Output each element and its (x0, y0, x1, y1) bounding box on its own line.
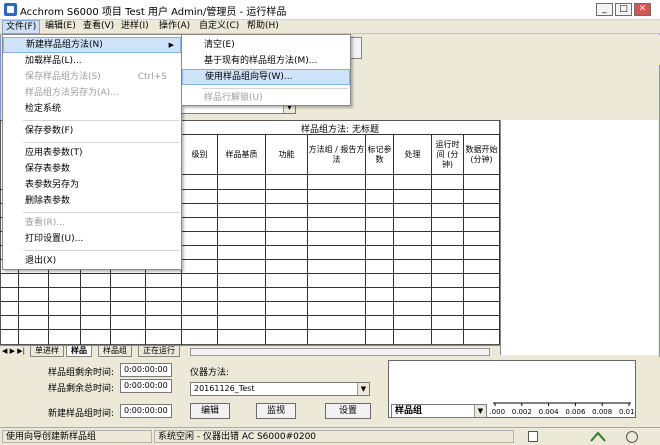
header-data-start[interactable]: 数据开始 (分钟) (464, 135, 500, 175)
menu-inject[interactable]: 进样(I) (118, 20, 152, 34)
x-tick-label: 0.002 (512, 408, 532, 416)
menu-item-new-method[interactable]: 新建样品组方法(N) ▶ (3, 37, 181, 53)
total-remaining-label: 样品剩余总时间: (48, 384, 115, 394)
new-group-time-label: 新建样品组时间: (48, 409, 115, 419)
menu-file[interactable]: 文件(F) (2, 20, 41, 34)
clock-icon (626, 431, 638, 443)
tab-sample-set[interactable]: 样品组 (98, 346, 132, 357)
file-menu: 新建样品组方法(N) ▶ 加载样品(L)... 保存样品组方法(S) Ctrl+S … (2, 34, 182, 270)
instrument-method-value: 20161126_Test (194, 384, 255, 393)
header-mark-params[interactable]: 标记参数 (366, 135, 394, 175)
submenu-item-clear[interactable]: 清空(E) (182, 37, 350, 53)
instrument-method-label: 仪器方法: (190, 368, 230, 378)
x-tick-label: 0.006 (565, 408, 586, 416)
shortcut-save: Ctrl+S (137, 72, 167, 82)
header-method-set[interactable]: 方法组 / 报告方法 (308, 135, 366, 175)
chevron-down-icon: ▼ (357, 383, 369, 395)
x-tick-label: 0.000 (489, 408, 505, 416)
menu-item-calibrate[interactable]: 检定系统 (3, 101, 181, 117)
menu-item-apply-table[interactable]: 应用表参数(T) (3, 145, 181, 161)
menu-bar: 文件(F) 编辑(E) 查看(V) 进样(I) 操作(A) 自定义(C) 帮助(… (0, 20, 660, 34)
instrument-method-select[interactable]: 20161126_Test ▼ (190, 382, 370, 396)
menu-item-save-table-as[interactable]: 表参数另存为 (3, 177, 181, 193)
header-run-time[interactable]: 运行时间 (分钟) (432, 135, 464, 175)
menu-item-exit[interactable]: 退出(X) (3, 253, 181, 269)
edit-button[interactable]: 编辑 (190, 403, 230, 419)
sample-group-select[interactable]: 样品组 ▼ (391, 404, 487, 418)
chevron-right-icon: ▶ (168, 41, 174, 49)
menu-item-save-params[interactable]: 保存参数(F) (3, 123, 181, 139)
tab-samples[interactable]: 样品 (66, 346, 92, 357)
chromatogram-chart: 样品组 ▼ 0.000 0.002 0.004 0.006 0.008 0.010 (388, 360, 636, 418)
menu-item-load-samples[interactable]: 加载样品(L)... (3, 53, 181, 69)
menu-item-save-method[interactable]: 保存样品组方法(S) Ctrl+S (3, 69, 181, 85)
app-icon (4, 3, 17, 16)
window-title: Acchrom S6000 项目 Test 用户 Admin/管理员 - 运行样… (20, 7, 287, 18)
menu-operate[interactable]: 操作(A) (156, 20, 193, 34)
menu-item-save-as[interactable]: 样品组方法另存为(A)... (3, 85, 181, 101)
menu-custom[interactable]: 自定义(C) (196, 20, 242, 34)
menu-view[interactable]: 查看(V) (80, 20, 117, 34)
group-remaining-label: 样品组剩余时间: (48, 368, 115, 378)
minimize-button[interactable]: _ (596, 3, 613, 16)
menu-item-print-setup[interactable]: 打印设置(U)... (3, 231, 181, 247)
tab-running[interactable]: 正在运行 (138, 346, 180, 357)
tab-single-injection[interactable]: 单进样 (30, 346, 64, 357)
group-remaining-value: 0:00:00:00 (120, 363, 172, 377)
status-bar: 使用向导创建新样品组 系统空闲 - 仪器出错 AC S6000#0200 (0, 427, 660, 445)
status-hint: 使用向导创建新样品组 (2, 430, 152, 443)
settings-button[interactable]: 设置 (325, 403, 371, 419)
header-function[interactable]: 功能 (266, 135, 308, 175)
menu-edit[interactable]: 编辑(E) (42, 20, 79, 34)
maximize-button[interactable]: □ (615, 3, 632, 16)
total-remaining-value: 0:00:00:00 (120, 379, 172, 393)
close-button[interactable]: ✕ (634, 3, 651, 16)
sample-group-value: 样品组 (395, 406, 423, 416)
tab-scroll-arrows[interactable]: ◀ ▶ ▶| (2, 347, 25, 355)
header-process[interactable]: 处理 (394, 135, 432, 175)
right-pane (500, 120, 658, 355)
instrument-status-icon (528, 431, 538, 442)
submenu-item-from-existing[interactable]: 基于现有的样品组方法(M)... (182, 53, 350, 69)
new-method-submenu: 清空(E) 基于现有的样品组方法(M)... 使用样品组向导(W)... 样品行… (181, 34, 351, 106)
header-matrix[interactable]: 样品基质 (218, 135, 266, 175)
sheet-tabs: ◀ ▶ ▶| 单进样 样品 样品组 正在运行 (0, 345, 500, 357)
horizontal-scrollbar[interactable] (190, 348, 490, 356)
menu-item-save-table[interactable]: 保存表参数 (3, 161, 181, 177)
status-system: 系统空闲 - 仪器出错 AC S6000#0200 (154, 430, 514, 443)
menu-help[interactable]: 帮助(H) (244, 20, 282, 34)
chevron-down-icon: ▼ (474, 405, 486, 417)
header-level[interactable]: 级别 (182, 135, 218, 175)
menu-item-delete-table[interactable]: 删除表参数 (3, 193, 181, 209)
menu-item-view[interactable]: 查看(R)... (3, 215, 181, 231)
x-tick-label: 0.010 (619, 408, 635, 416)
new-group-time-value: 0:00:00:00 (120, 404, 172, 418)
chart-plot: 0.000 0.002 0.004 0.006 0.008 0.010 (489, 402, 635, 416)
submenu-item-wizard[interactable]: 使用样品组向导(W)... (182, 69, 350, 85)
submenu-item-unlock-rows[interactable]: 样品行解锁(U) (182, 90, 350, 106)
title-bar: Acchrom S6000 项目 Test 用户 Admin/管理员 - 运行样… (0, 0, 660, 20)
monitor-button[interactable]: 监视 (256, 403, 296, 419)
network-icon (590, 431, 606, 442)
x-tick-label: 0.004 (539, 408, 560, 416)
x-tick-label: 0.008 (592, 408, 612, 416)
